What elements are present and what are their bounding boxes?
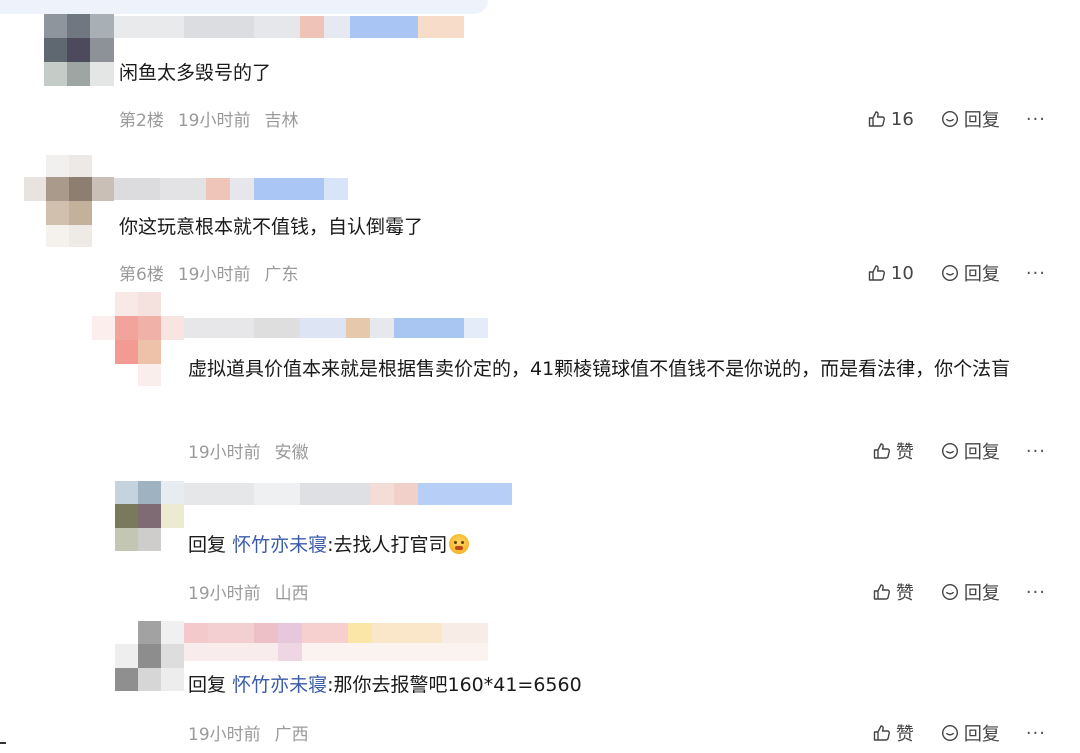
more-icon[interactable]: ··· xyxy=(1026,723,1046,744)
username[interactable] xyxy=(114,178,348,200)
more-icon[interactable]: ··· xyxy=(1026,441,1046,462)
thumb-up-icon xyxy=(873,584,890,600)
reply-bubble-icon xyxy=(941,442,958,460)
timestamp: 19小时前 xyxy=(188,584,261,604)
reply-text: 回复 怀竹亦未寝:去找人打官司 xyxy=(188,529,470,561)
reply-prefix: 回复 xyxy=(188,534,227,556)
timestamp: 19小时前 xyxy=(177,265,251,285)
like-button[interactable]: 10 xyxy=(867,263,914,284)
username[interactable] xyxy=(184,623,488,661)
reply-button[interactable]: 回复 xyxy=(940,438,1000,464)
thumb-up-icon xyxy=(873,443,890,459)
reply-button[interactable]: 回复 xyxy=(940,260,1000,286)
timestamp: 19小时前 xyxy=(188,443,261,463)
reply-prefix: 回复 xyxy=(188,674,227,696)
reply-button[interactable]: 回复 xyxy=(940,106,1000,132)
like-button[interactable]: 赞 xyxy=(872,720,914,746)
more-icon[interactable]: ··· xyxy=(1026,582,1046,603)
reply-button[interactable]: 回复 xyxy=(940,720,1000,746)
thumb-up-icon xyxy=(868,265,885,281)
reply-bubble-icon xyxy=(941,264,958,282)
comment-text: 你这玩意根本就不值钱，自认倒霉了 xyxy=(119,216,424,238)
reply-label: 回复 xyxy=(963,110,1000,131)
avatar[interactable] xyxy=(115,621,184,691)
more-icon[interactable]: ··· xyxy=(1026,109,1046,130)
comment-text: 闲鱼太多毁号的了 xyxy=(119,62,272,84)
reply-actions: 赞 回复 ··· xyxy=(872,720,1046,746)
reply-label: 回复 xyxy=(963,724,1000,745)
reply-meta: 19小时前 安徽 xyxy=(188,438,323,463)
reply-body: :那你去报警吧160*41=6560 xyxy=(327,674,582,696)
thumb-up-icon xyxy=(868,111,885,127)
location: 吉林 xyxy=(264,111,299,131)
username[interactable] xyxy=(184,483,512,505)
reply-actions: 赞 回复 ··· xyxy=(872,438,1046,464)
like-button[interactable]: 赞 xyxy=(872,579,914,605)
timestamp: 19小时前 xyxy=(177,111,251,131)
reply-target-link[interactable]: 怀竹亦未寝 xyxy=(232,674,327,696)
avatar[interactable] xyxy=(44,14,114,86)
reply-text: 虚拟道具价值本来就是根据售卖价定的，41颗棱镜球值不值钱不是你说的，而是看法律，… xyxy=(188,358,1011,380)
reply-button[interactable]: 回复 xyxy=(940,579,1000,605)
reply-body: :去找人打官司 xyxy=(327,534,448,556)
like-count: 16 xyxy=(890,108,914,130)
reply-meta: 19小时前 广西 xyxy=(188,720,323,745)
reply-target-link[interactable]: 怀竹亦未寝 xyxy=(232,534,327,556)
reply-bubble-icon xyxy=(941,583,958,601)
location: 山西 xyxy=(274,584,309,604)
location: 广东 xyxy=(264,265,299,285)
location: 广西 xyxy=(274,725,309,745)
location: 安徽 xyxy=(274,443,309,463)
avatar[interactable] xyxy=(92,292,184,386)
timestamp: 19小时前 xyxy=(188,725,261,745)
comment-actions: 16 回复 ··· xyxy=(867,106,1046,132)
floor-number: 第2楼 xyxy=(119,111,164,131)
angry-emoji-icon xyxy=(449,534,470,554)
thumb-up-icon xyxy=(873,725,890,741)
floor-number: 第6楼 xyxy=(119,265,164,285)
username[interactable] xyxy=(184,318,488,338)
reply-text: 回复 怀竹亦未寝:那你去报警吧160*41=6560 xyxy=(188,669,582,701)
like-label: 赞 xyxy=(895,583,914,604)
comment-thread: 闲鱼太多毁号的了 第2楼 19小时前 吉林 16 回复 ··· 你这玩意根本就不… xyxy=(0,0,1080,753)
reply-meta: 19小时前 山西 xyxy=(188,579,323,604)
more-icon[interactable]: ··· xyxy=(1026,263,1046,284)
edge-divider xyxy=(0,742,6,744)
avatar[interactable] xyxy=(115,481,184,551)
reply-label: 回复 xyxy=(963,583,1000,604)
reply-label: 回复 xyxy=(963,264,1000,285)
like-label: 赞 xyxy=(895,724,914,745)
reply-actions: 赞 回复 ··· xyxy=(872,579,1046,605)
top-header-bar xyxy=(0,0,488,14)
like-count: 10 xyxy=(890,262,914,284)
reply-label: 回复 xyxy=(963,442,1000,463)
reply-bubble-icon xyxy=(941,110,958,128)
like-label: 赞 xyxy=(895,442,914,463)
like-button[interactable]: 赞 xyxy=(872,438,914,464)
comment-meta: 第2楼 19小时前 吉林 xyxy=(119,106,312,131)
comment-actions: 10 回复 ··· xyxy=(867,260,1046,286)
username[interactable] xyxy=(114,16,464,38)
comment-meta: 第6楼 19小时前 广东 xyxy=(119,260,312,285)
like-button[interactable]: 16 xyxy=(867,109,914,130)
avatar[interactable] xyxy=(24,155,114,247)
reply-bubble-icon xyxy=(941,724,958,742)
